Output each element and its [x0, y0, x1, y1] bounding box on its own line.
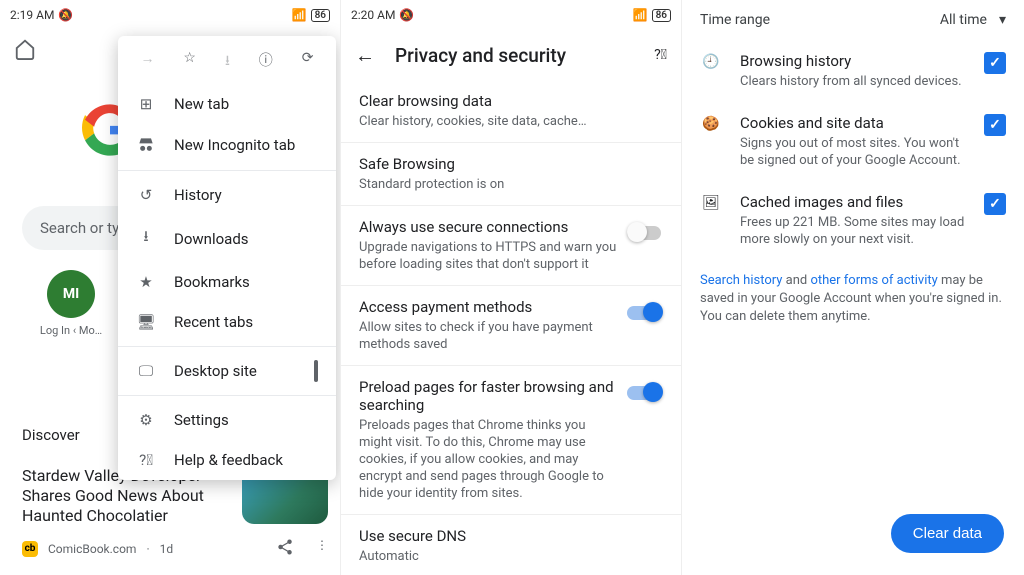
menu-desktop-site[interactable]: 🖵 Desktop site	[118, 351, 336, 391]
checkbox-checked[interactable]: ✓	[984, 52, 1006, 74]
battery-indicator: 86	[311, 9, 330, 22]
cookie-icon: 🍪	[700, 114, 722, 132]
setting-preload-pages[interactable]: Preload pages for faster browsing and se…	[341, 366, 681, 515]
clear-data-button[interactable]: Clear data	[891, 514, 1004, 553]
menu-bookmarks[interactable]: ★ Bookmarks	[118, 262, 336, 302]
preload-switch[interactable]	[627, 382, 663, 402]
menu-history[interactable]: ↺ History	[118, 175, 336, 215]
back-icon[interactable]: ←	[355, 43, 375, 68]
help-icon[interactable]: ?⃝	[654, 47, 667, 63]
incognito-icon	[136, 135, 156, 155]
gear-icon: ⚙	[136, 411, 156, 429]
time-range-value: All time	[940, 12, 987, 28]
status-bar: 2:19 AM 🔕 📶 86	[0, 0, 340, 30]
setting-secure-dns[interactable]: Use secure DNS Automatic	[341, 515, 681, 575]
menu-new-tab[interactable]: ⊞ New tab	[118, 84, 336, 124]
checkbox-checked[interactable]: ✓	[984, 193, 1006, 215]
setting-access-payment[interactable]: Access payment methods Allow sites to ch…	[341, 286, 681, 366]
more-vert-icon[interactable]: ⋮	[316, 538, 328, 559]
status-time: 2:19 AM	[10, 8, 54, 22]
cbd-footer-text: Search history and other forms of activi…	[682, 260, 1024, 338]
page-title: Privacy and security	[395, 44, 634, 67]
devices-icon: 🖥	[136, 313, 156, 331]
status-bar: 2:20 AM 🔕 📶 86	[341, 0, 681, 30]
search-history-link[interactable]: Search history	[700, 273, 782, 288]
discover-header: Discover	[22, 426, 80, 444]
star-icon[interactable]: ☆	[183, 50, 196, 74]
downloads-icon: ⭳	[136, 226, 156, 251]
menu-settings[interactable]: ⚙ Settings	[118, 400, 336, 440]
dnd-icon: 🔕	[399, 8, 414, 22]
share-icon[interactable]	[276, 538, 294, 559]
cbd-cache[interactable]: 🖼 Cached images and files Frees up 221 M…	[682, 181, 1024, 260]
setting-secure-connections[interactable]: Always use secure connections Upgrade na…	[341, 206, 681, 286]
signal-icon: 📶	[292, 8, 307, 22]
article-age: 1d	[160, 542, 174, 556]
refresh-icon[interactable]: ⟳	[302, 50, 314, 74]
desktop-site-checkbox[interactable]	[314, 360, 318, 382]
battery-indicator: 86	[652, 9, 671, 22]
setting-safe-browsing[interactable]: Safe Browsing Standard protection is on	[341, 143, 681, 206]
signal-icon: 📶	[633, 8, 648, 22]
cbd-browsing-history[interactable]: 🕘 Browsing history Clears history from a…	[682, 40, 1024, 102]
time-range-row[interactable]: Time range All time ▾	[682, 0, 1024, 40]
menu-downloads[interactable]: ⭳ Downloads	[118, 215, 336, 262]
checkbox-checked[interactable]: ✓	[984, 114, 1006, 136]
shortcut-badge: MI	[47, 270, 95, 318]
setting-clear-browsing-data[interactable]: Clear browsing data Clear history, cooki…	[341, 80, 681, 143]
dnd-icon: 🔕	[58, 8, 73, 22]
bookmarks-icon: ★	[136, 273, 156, 291]
article-source: ComicBook.com	[48, 542, 136, 556]
history-icon: ↺	[136, 186, 156, 204]
forward-icon: →	[140, 50, 154, 74]
info-icon[interactable]: ⓘ	[259, 50, 273, 74]
download-icon: ⭳	[225, 50, 230, 74]
chrome-menu: → ☆ ⭳ ⓘ ⟳ ⊞ New tab New Incognito tab ↺ …	[118, 36, 336, 480]
image-icon: 🖼	[700, 193, 722, 211]
access-payment-switch[interactable]	[627, 302, 663, 322]
time-range-label: Time range	[700, 12, 770, 28]
source-badge-icon: cb	[22, 541, 38, 557]
menu-recent-tabs[interactable]: 🖥 Recent tabs	[118, 302, 336, 342]
status-time: 2:20 AM	[351, 8, 395, 22]
dropdown-icon[interactable]: ▾	[999, 12, 1006, 28]
secure-connections-switch[interactable]	[627, 222, 663, 242]
clock-icon: 🕘	[700, 52, 722, 70]
desktop-icon: 🖵	[136, 362, 156, 380]
other-activity-link[interactable]: other forms of activity	[810, 273, 937, 288]
shortcut-label: Log In ‹ Mo…	[40, 324, 102, 337]
home-icon[interactable]	[14, 38, 36, 66]
shortcut-item[interactable]: MI Log In ‹ Mo…	[43, 270, 99, 337]
menu-help[interactable]: ?⃝ Help & feedback	[118, 440, 336, 480]
cbd-cookies[interactable]: 🍪 Cookies and site data Signs you out of…	[682, 102, 1024, 181]
new-tab-icon: ⊞	[136, 95, 156, 113]
menu-incognito[interactable]: New Incognito tab	[118, 124, 336, 166]
help-icon: ?⃝	[136, 451, 156, 469]
